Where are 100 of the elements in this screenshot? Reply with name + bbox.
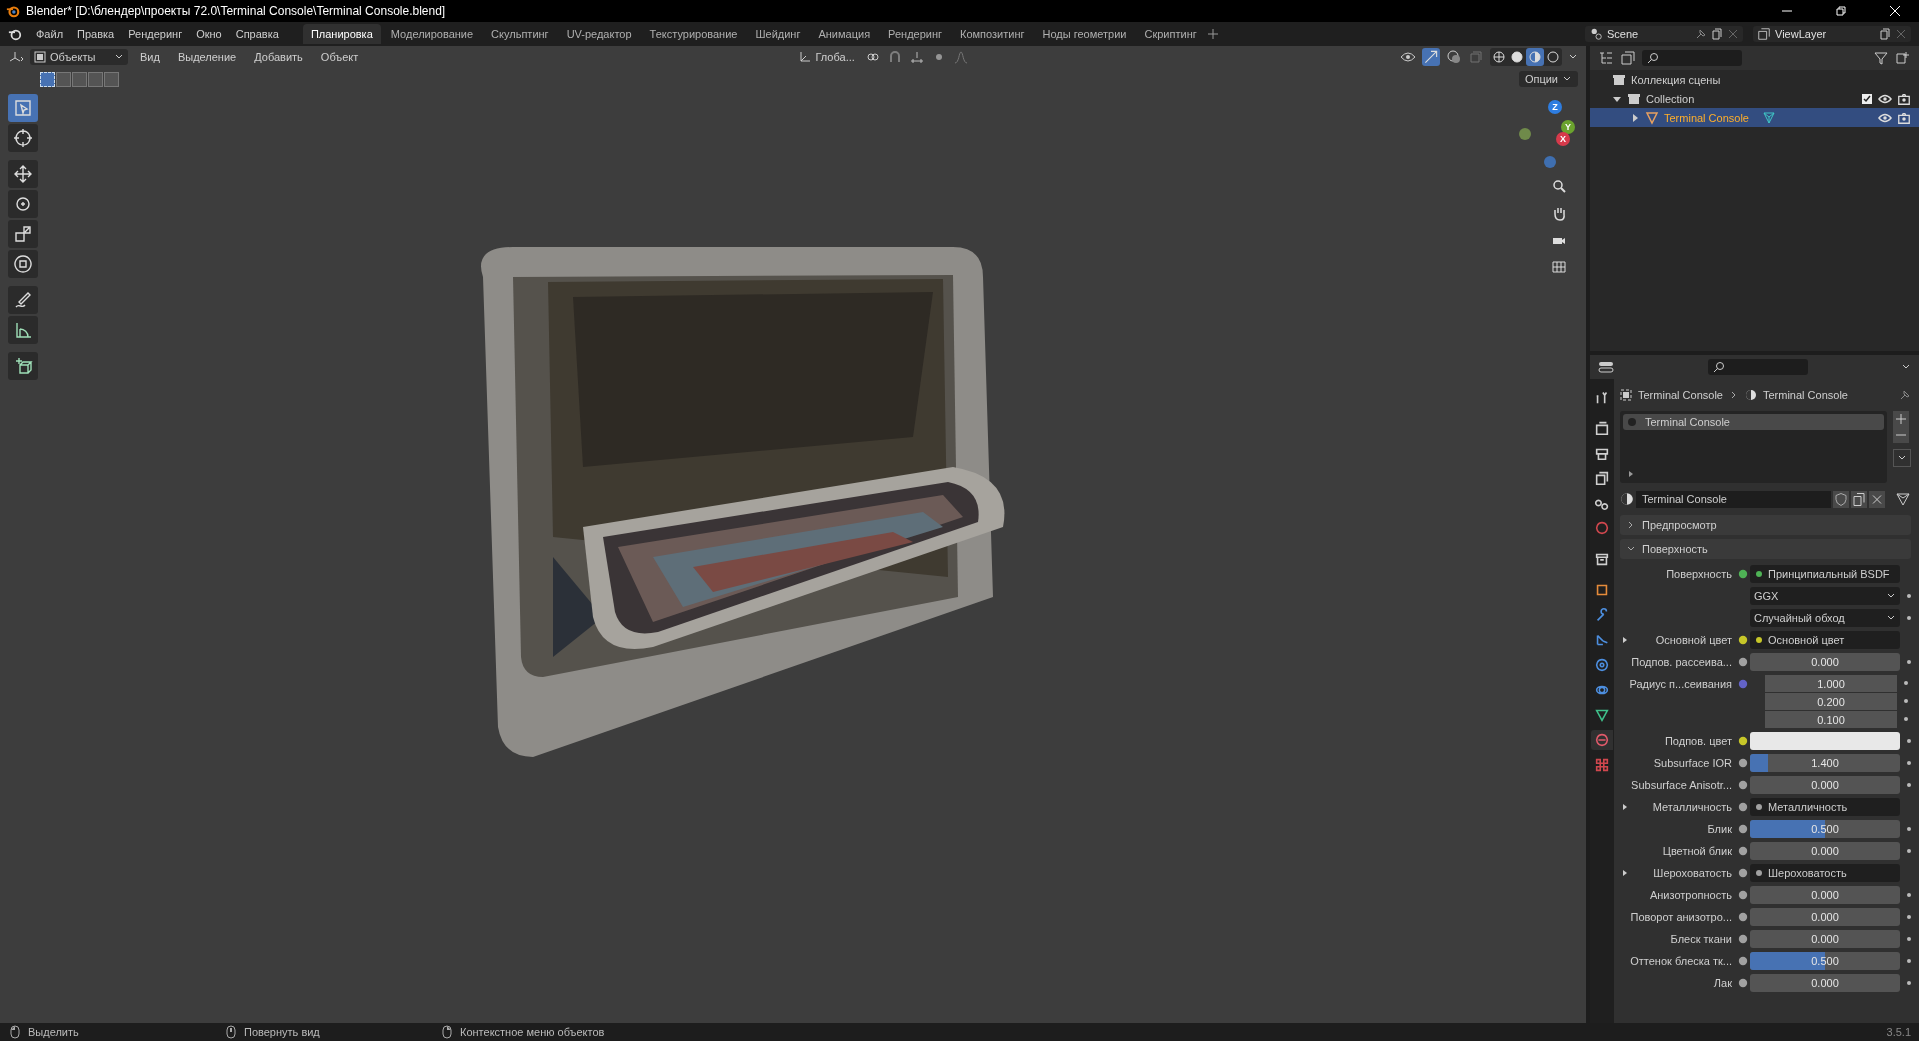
menu-item[interactable]: Файл <box>30 26 70 42</box>
hand-icon[interactable] <box>1551 205 1567 221</box>
keyframe-dot-icon[interactable] <box>1904 613 1914 623</box>
checkbox-icon[interactable] <box>1861 92 1873 105</box>
move-arrows-icon[interactable] <box>8 160 38 188</box>
mode-dropdown[interactable]: Объекты <box>30 49 128 65</box>
viewport-menu[interactable]: Выделение <box>171 49 243 65</box>
restore-icon[interactable] <box>1835 5 1847 17</box>
workspace-tab[interactable]: Шейдинг <box>747 24 809 44</box>
orientation-dropdown[interactable]: Глоба... <box>795 49 859 65</box>
zoom-icon[interactable] <box>1551 178 1567 194</box>
keyframe-dot-icon[interactable] <box>1904 736 1914 746</box>
mesh-data-icon[interactable] <box>1762 110 1776 125</box>
menu-item[interactable]: Правка <box>71 26 121 42</box>
plus-icon[interactable] <box>1893 411 1909 427</box>
search-field[interactable] <box>1707 359 1808 375</box>
pencil-icon[interactable] <box>8 286 38 314</box>
axis-ball-icon[interactable] <box>1519 128 1531 140</box>
new-collection-icon[interactable] <box>1895 50 1911 66</box>
socket-dot-icon[interactable] <box>1736 976 1750 990</box>
gizmo-toggle-icon[interactable] <box>1422 48 1440 66</box>
shading-button[interactable] <box>1526 48 1544 66</box>
keyframe-dot-icon[interactable] <box>1904 591 1914 601</box>
number-field[interactable]: 0.200 <box>1765 693 1897 710</box>
number-field[interactable]: 0.000 <box>1750 842 1900 860</box>
editor-type-icon[interactable] <box>1598 359 1614 375</box>
socket-dot-icon[interactable] <box>1736 734 1750 748</box>
view-layer-selector[interactable]: ViewLayer <box>1753 26 1911 42</box>
linked-input-field[interactable]: Шероховатость <box>1750 864 1900 882</box>
socket-dot-icon[interactable] <box>1736 932 1750 946</box>
number-field[interactable]: 0.000 <box>1750 930 1900 948</box>
workspace-tab[interactable]: Скриптинг <box>1136 24 1205 44</box>
minus-icon[interactable] <box>1893 427 1909 443</box>
eye-icon[interactable] <box>1400 49 1416 65</box>
socket-dot-icon[interactable] <box>1736 633 1750 647</box>
shading-button[interactable] <box>1490 48 1508 66</box>
number-slider[interactable]: 0.500 <box>1750 952 1900 970</box>
socket-dot-icon[interactable] <box>1736 778 1750 792</box>
axis-ball[interactable]: Z <box>1548 100 1562 114</box>
shading-button[interactable] <box>1508 48 1526 66</box>
linked-input-field[interactable]: Металличность <box>1750 798 1900 816</box>
socket-dot-icon[interactable] <box>1736 822 1750 836</box>
menu-item[interactable]: Справка <box>229 26 285 42</box>
ruler-icon[interactable] <box>8 316 38 344</box>
number-field[interactable]: 1.000 <box>1765 675 1897 692</box>
rotate-icon[interactable] <box>8 190 38 218</box>
triangle-mesh-icon[interactable] <box>1895 491 1911 507</box>
menu-item[interactable]: Рендеринг <box>122 26 189 42</box>
outliner-row[interactable]: Terminal Console <box>1590 108 1919 127</box>
workspace-tab[interactable]: Моделирование <box>382 24 482 44</box>
viewport-menu[interactable]: Добавить <box>248 49 309 65</box>
number-field[interactable]: 0.000 <box>1750 653 1900 671</box>
viewport-menu[interactable]: Вид <box>134 49 166 65</box>
socket-dot-icon[interactable] <box>1736 888 1750 902</box>
panel-header[interactable]: Предпросмотр <box>1620 515 1911 535</box>
socket-dot-icon[interactable] <box>1736 567 1750 581</box>
workspace-tab[interactable]: UV-редактор <box>558 24 640 44</box>
number-field[interactable]: 0.000 <box>1750 908 1900 926</box>
number-field[interactable]: 0.000 <box>1750 776 1900 794</box>
socket-dot-icon[interactable] <box>1736 866 1750 880</box>
socket-dot-icon[interactable] <box>1736 910 1750 924</box>
shading-button[interactable] <box>1544 48 1562 66</box>
socket-dot-icon[interactable] <box>1736 954 1750 968</box>
number-slider[interactable]: 0.500 <box>1750 820 1900 838</box>
filter-icon[interactable] <box>1873 50 1889 66</box>
disclosure-triangle-icon[interactable] <box>1630 112 1640 123</box>
workspace-tab[interactable]: Композитинг <box>952 24 1033 44</box>
keyframe-dot-icon[interactable] <box>1904 890 1914 900</box>
copy-icon[interactable] <box>1879 28 1891 40</box>
keyframe-dot-icon[interactable] <box>1904 912 1914 922</box>
workspace-tab[interactable]: Анимация <box>810 24 879 44</box>
keyframe-dot-icon[interactable] <box>1904 657 1914 667</box>
axis-ball[interactable]: X <box>1556 132 1570 146</box>
camera-icon[interactable] <box>1897 91 1911 106</box>
keyframe-dot-icon[interactable] <box>1904 758 1914 768</box>
workspace-tab[interactable]: Рендеринг <box>880 24 951 44</box>
keyframe-dot-icon[interactable] <box>1901 714 1911 724</box>
socket-dot-icon[interactable] <box>1736 677 1750 691</box>
socket-dot-icon[interactable] <box>1736 655 1750 669</box>
copy-icon[interactable] <box>1711 28 1723 40</box>
keyframe-dot-icon[interactable] <box>1904 780 1914 790</box>
keyframe-dot-icon[interactable] <box>1904 846 1914 856</box>
workspace-tab[interactable]: Скульптинг <box>483 24 557 44</box>
number-slider[interactable]: 1.400 <box>1750 754 1900 772</box>
transform-icon[interactable] <box>8 250 38 278</box>
linked-input-field[interactable]: Основной цвет <box>1750 631 1900 649</box>
keyframe-dot-icon[interactable] <box>1901 678 1911 688</box>
number-field[interactable]: 0.000 <box>1750 886 1900 904</box>
shield-icon[interactable] <box>1833 490 1849 508</box>
viewport-menu[interactable]: Объект <box>314 49 365 65</box>
snap-grid-icon[interactable] <box>908 49 925 65</box>
scene-selector[interactable]: Scene <box>1585 26 1743 42</box>
keyframe-dot-icon[interactable] <box>1901 696 1911 706</box>
menu-item[interactable]: Окно <box>190 26 228 42</box>
dropdown-field[interactable]: Случайный обход <box>1750 609 1900 627</box>
color-swatch[interactable] <box>1750 732 1900 750</box>
keyframe-dot-icon[interactable] <box>1904 824 1914 834</box>
workspace-tab[interactable]: Текстурирование <box>641 24 746 44</box>
camera-icon[interactable] <box>1897 110 1911 125</box>
material-name-field[interactable]: Terminal Console <box>1636 490 1831 508</box>
